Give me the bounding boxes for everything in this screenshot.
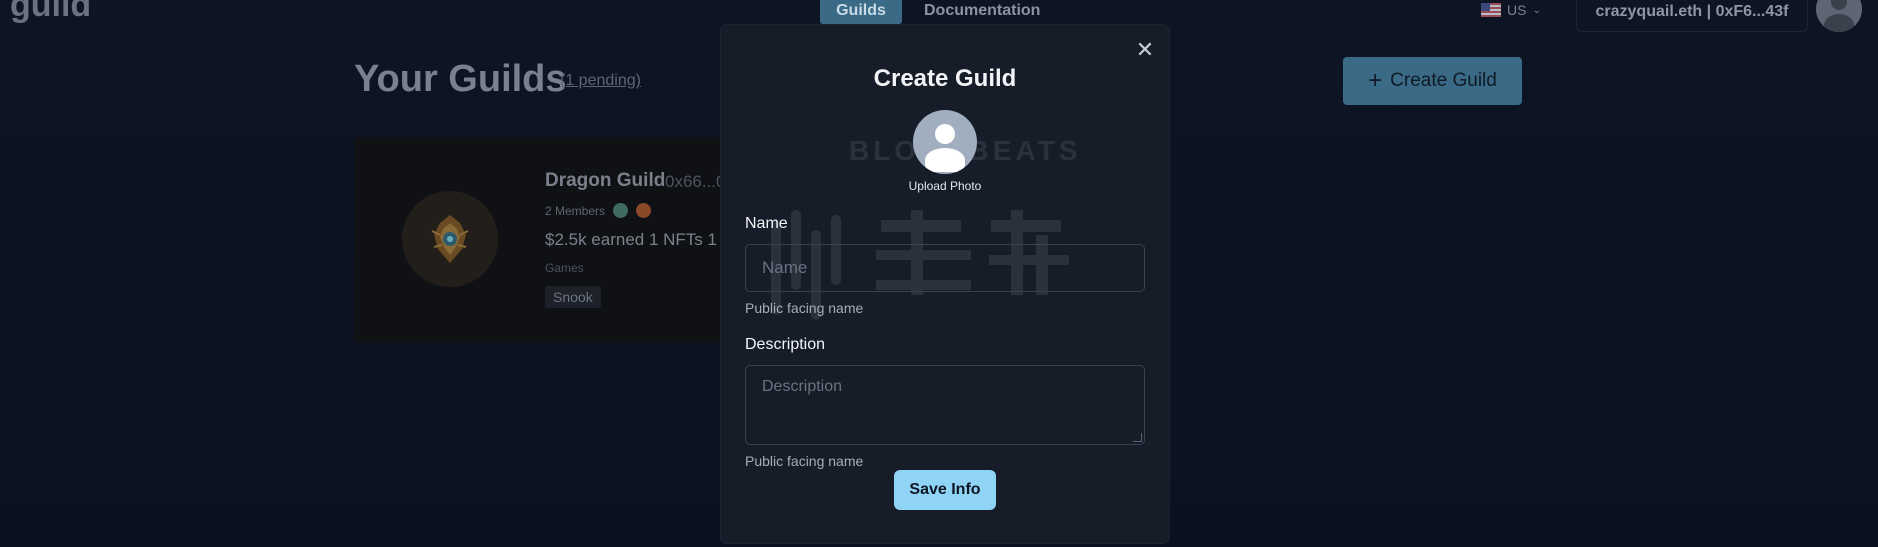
guild-address: 0x66...0 bbox=[665, 172, 724, 191]
member-avatar bbox=[613, 203, 629, 218]
plus-icon: + bbox=[1368, 67, 1383, 94]
name-label: Name bbox=[745, 215, 788, 232]
create-guild-modal: BLOCKBEATS ✕ Create Guild Upload Photo N… bbox=[721, 25, 1169, 543]
game-tag: Snook bbox=[545, 286, 601, 308]
locale-selector[interactable]: US ⌄ bbox=[1481, 2, 1541, 18]
pending-link[interactable]: (1 pending) bbox=[560, 72, 641, 90]
guild-category: Games bbox=[545, 261, 584, 275]
description-textarea[interactable]: Description bbox=[745, 365, 1145, 445]
guild-name: Dragon Guild bbox=[545, 170, 666, 191]
guild-card[interactable]: Dragon Guild 0x66...0 2 Members $2.5k ea… bbox=[354, 137, 724, 343]
description-placeholder: Description bbox=[762, 378, 843, 395]
wallet-button[interactable]: crazyquail.eth | 0xF6...43f bbox=[1576, 0, 1808, 32]
description-label: Description bbox=[745, 336, 826, 353]
modal-title: Create Guild bbox=[873, 65, 1017, 92]
save-info-button[interactable]: Save Info bbox=[894, 470, 996, 510]
members-row: 2 Members bbox=[545, 203, 652, 218]
guild-logo[interactable]: guild bbox=[10, 0, 91, 25]
create-guild-label: Create Guild bbox=[1390, 70, 1497, 91]
name-input[interactable]: Name bbox=[745, 244, 1145, 292]
guild-stats: $2.5k earned 1 NFTs 1 ( bbox=[545, 230, 724, 249]
description-helper: Public facing name bbox=[745, 453, 864, 469]
member-avatar bbox=[636, 203, 652, 218]
upload-photo-avatar[interactable] bbox=[913, 110, 977, 174]
resize-handle-icon[interactable] bbox=[1133, 433, 1142, 442]
locale-label: US bbox=[1507, 2, 1527, 18]
members-count: 2 Members bbox=[545, 203, 606, 218]
chevron-down-icon: ⌄ bbox=[1532, 4, 1541, 16]
upload-photo-label[interactable]: Upload Photo bbox=[721, 179, 1169, 193]
name-helper: Public facing name bbox=[745, 300, 864, 316]
guild-emblem-icon bbox=[402, 191, 498, 287]
close-icon[interactable]: ✕ bbox=[1133, 38, 1157, 62]
tab-guilds[interactable]: Guilds bbox=[820, 0, 902, 24]
page-title: Your Guilds bbox=[354, 58, 567, 100]
us-flag-icon bbox=[1481, 3, 1501, 17]
app-page: guild Guilds Documentation US ⌄ crazyqua… bbox=[0, 0, 1878, 547]
create-guild-button[interactable]: + Create Guild bbox=[1343, 57, 1522, 105]
user-avatar[interactable] bbox=[1816, 0, 1862, 32]
tab-documentation[interactable]: Documentation bbox=[908, 0, 1056, 24]
